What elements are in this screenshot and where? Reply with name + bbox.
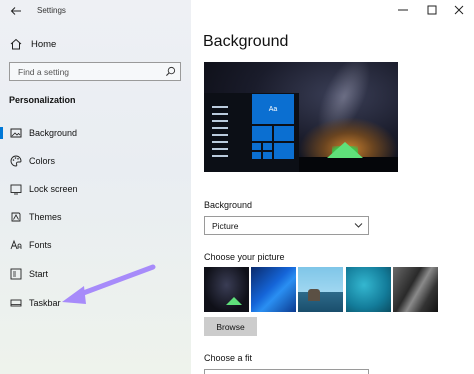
sidebar-item-label: Start — [29, 269, 49, 279]
home-icon — [10, 38, 22, 50]
preview-tile — [252, 152, 261, 159]
sidebar-item-fonts[interactable]: Fonts — [0, 236, 191, 254]
sidebar-item-label: Taskbar — [29, 298, 61, 308]
close-icon[interactable] — [453, 4, 465, 16]
search-input[interactable]: Find a setting — [9, 62, 181, 81]
preview-tile — [252, 126, 272, 141]
sidebar-item-themes[interactable]: Themes — [0, 208, 191, 226]
page-title: Background — [203, 33, 289, 50]
sidebar-item-background[interactable]: Background — [0, 124, 191, 142]
background-preview: Aa — [204, 62, 398, 172]
sidebar-item-label: Colors — [29, 156, 56, 166]
search-icon[interactable] — [165, 66, 176, 77]
indicator — [0, 297, 3, 309]
indicator — [0, 268, 3, 280]
preview-tile — [263, 143, 272, 150]
search-placeholder: Find a setting — [18, 67, 70, 77]
background-dropdown-value: Picture — [212, 221, 239, 231]
fonts-icon — [10, 239, 22, 250]
tent — [327, 142, 363, 158]
active-indicator — [0, 127, 3, 139]
sidebar-item-label: Background — [29, 128, 78, 138]
back-arrow-icon[interactable] — [10, 5, 22, 17]
title-bar: Settings — [0, 0, 474, 22]
preview-tile — [252, 143, 261, 150]
preview-tile — [274, 126, 294, 141]
picture-thumbnail-5[interactable] — [393, 267, 438, 312]
fit-dropdown[interactable] — [204, 369, 369, 374]
taskbar-icon — [10, 299, 22, 307]
browse-button[interactable]: Browse — [204, 317, 257, 336]
picture-thumbnail-3[interactable] — [298, 267, 343, 312]
themes-icon — [11, 212, 21, 222]
preview-tile-label: Aa — [268, 105, 278, 113]
choose-fit-label: Choose a fit — [204, 353, 253, 363]
navigation-pane: Home Find a setting Personalization Back… — [0, 0, 191, 374]
indicator — [0, 211, 3, 223]
background-icon — [10, 128, 22, 138]
indicator — [0, 239, 3, 251]
sidebar-item-colors[interactable]: Colors — [0, 152, 191, 170]
annotation-arrow — [62, 264, 156, 304]
sidebar-item-label: Fonts — [29, 240, 52, 250]
picture-thumbnail-1[interactable] — [204, 267, 249, 312]
maximize-icon[interactable] — [426, 4, 438, 16]
background-label: Background — [204, 200, 253, 210]
indicator — [0, 155, 3, 167]
preview-start-menu: Aa — [204, 93, 299, 172]
indicator — [0, 183, 3, 195]
preview-menu-lines — [212, 101, 232, 166]
chevron-down-icon — [354, 223, 363, 228]
background-dropdown[interactable]: Picture — [204, 216, 369, 235]
home-nav-item[interactable]: Home — [10, 37, 56, 51]
home-label: Home — [31, 38, 57, 50]
start-icon — [10, 268, 22, 280]
picture-thumbnail-2[interactable] — [251, 267, 296, 312]
window-title: Settings — [37, 6, 66, 15]
preview-tile — [274, 143, 294, 159]
minimize-icon[interactable] — [397, 4, 409, 16]
preview-tile-large: Aa — [252, 94, 294, 124]
sidebar-item-lock-screen[interactable]: Lock screen — [0, 180, 191, 198]
palette-icon — [10, 155, 22, 167]
sidebar-item-label: Lock screen — [29, 184, 78, 194]
lock-screen-icon — [10, 184, 22, 195]
preview-tile — [263, 152, 272, 159]
section-title: Personalization — [9, 95, 76, 105]
choose-picture-label: Choose your picture — [204, 252, 285, 262]
sidebar-item-label: Themes — [29, 212, 62, 222]
picture-thumbnail-4[interactable] — [346, 267, 391, 312]
